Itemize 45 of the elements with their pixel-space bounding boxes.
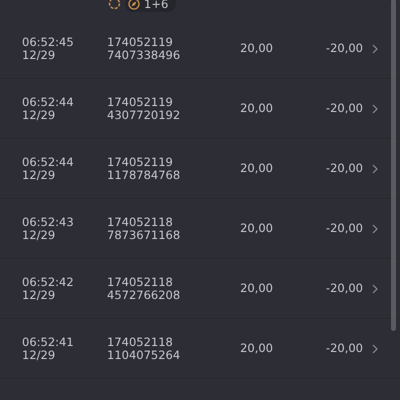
date-text: 12/29 [22,228,56,242]
number-text: 4572766208 [107,288,182,302]
amount-text: 20,00 [239,220,273,237]
number-text: 1178784768 [107,168,182,182]
result-text: -20,00 [324,160,363,177]
time-text: 06:52:41 [22,336,75,348]
id-text: 174052118 [107,216,174,228]
amount-text: 20,00 [239,340,273,357]
time-text: 06:52:42 [22,276,75,288]
scrollbar[interactable] [391,0,396,331]
number-text: 7407338496 [107,48,182,62]
date-text: 12/29 [22,288,56,302]
id-text: 174052118 [107,336,174,348]
number-text: 4307720192 [107,108,182,122]
result-text: -20,00 [324,340,363,357]
amount-text: 20,00 [239,40,273,57]
number-text: 1104075264 [107,348,182,362]
result-text: -20,00 [324,280,363,297]
chevron-right-icon[interactable] [372,284,378,294]
ring-icon [108,0,121,10]
result-text: -20,00 [324,100,363,117]
number-text: 7873671168 [107,228,182,242]
time-text: 06:52:43 [22,216,75,228]
date-text: 12/29 [22,108,56,122]
chevron-right-icon[interactable] [372,164,378,174]
result-text: -20,00 [324,220,363,237]
chevron-right-icon[interactable] [372,104,378,114]
amount-text: 20,00 [239,160,273,177]
id-text: 174052118 [107,276,174,288]
result-text: -20,00 [324,40,363,57]
id-text: 174052119 [107,96,174,108]
time-text: 06:52:45 [22,36,75,48]
id-text: 174052119 [107,36,174,48]
time-text: 06:52:44 [22,96,75,108]
chevron-right-icon[interactable] [372,224,378,234]
amount-text: 20,00 [239,280,273,297]
chevron-right-icon[interactable] [372,344,378,354]
date-text: 12/29 [22,48,56,62]
compass-icon [128,0,140,10]
date-text: 12/29 [22,348,56,362]
amount-text: 20,00 [239,100,273,117]
id-text: 174052119 [107,156,174,168]
date-text: 12/29 [22,168,56,182]
time-text: 06:52:44 [22,156,75,168]
chevron-right-icon[interactable] [372,44,378,54]
